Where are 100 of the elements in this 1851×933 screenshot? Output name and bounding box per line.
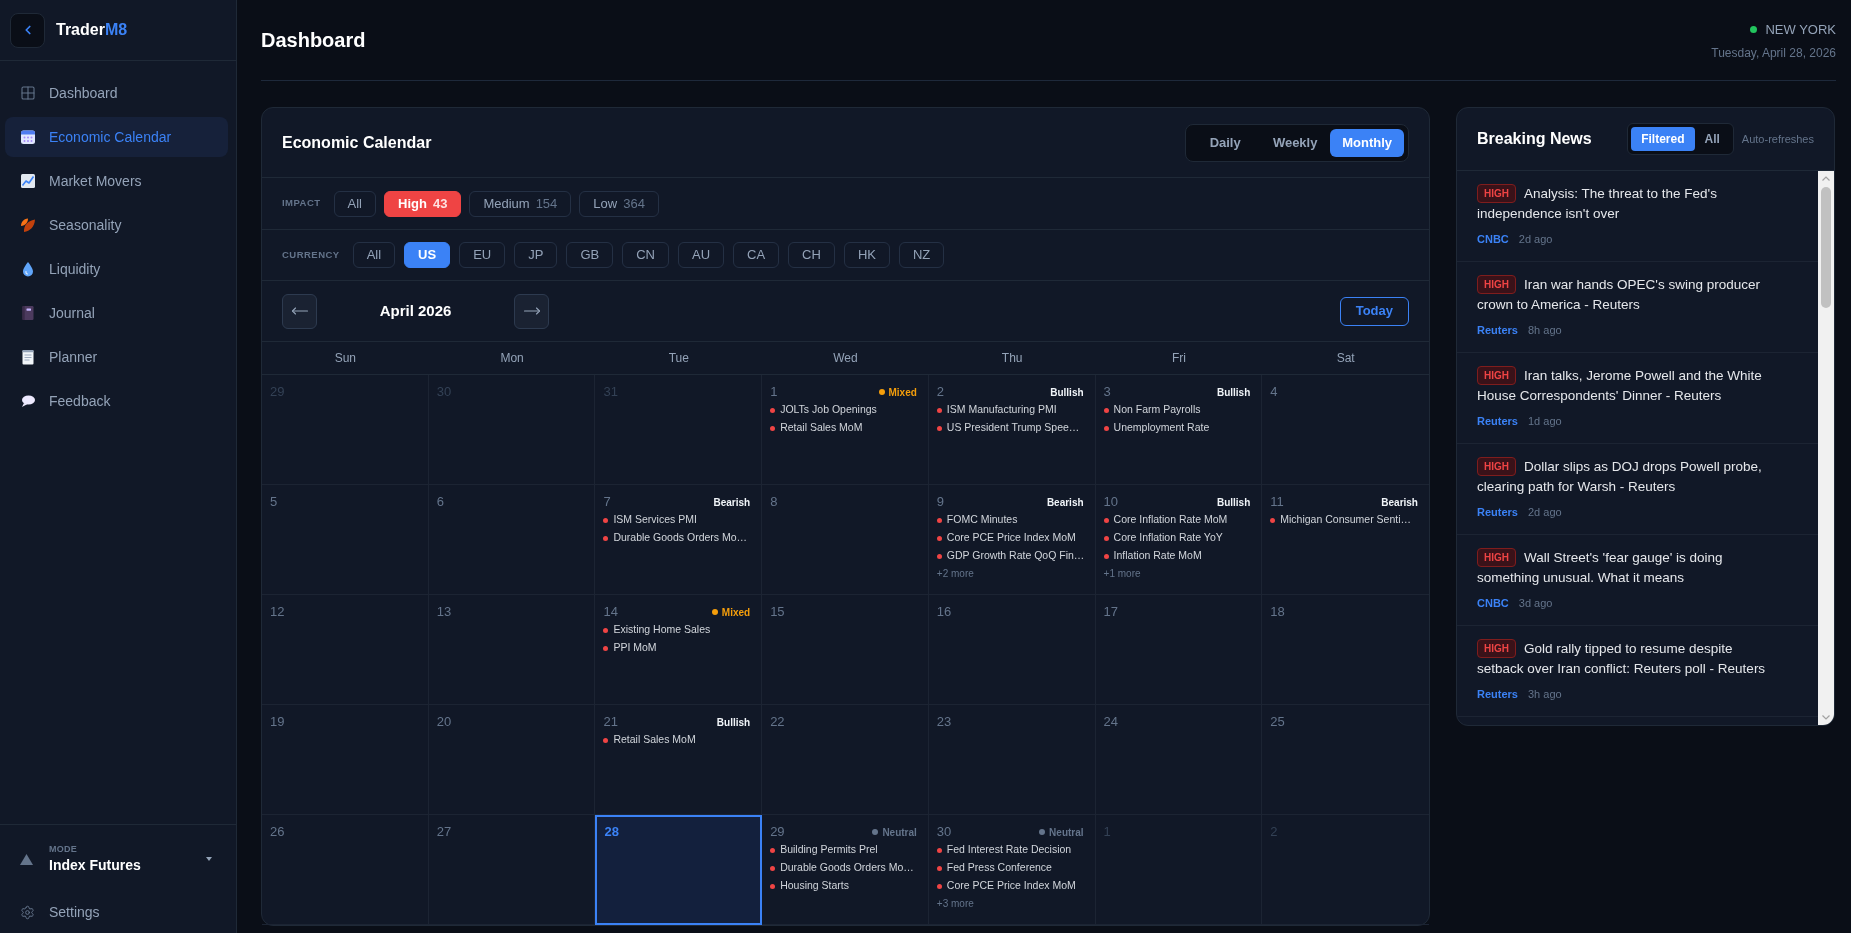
more-events-link[interactable]: +2 more [936, 565, 974, 583]
view-tab[interactable]: Monthly [1330, 128, 1404, 157]
view-tab[interactable]: Daily [1190, 128, 1261, 157]
currency-filter-chip[interactable]: JP [514, 242, 558, 268]
day-cell[interactable]: 7 Bearish ISM Services PMI Durable Goods Orders Mo… [595, 485, 763, 595]
day-number: 23 [936, 715, 952, 729]
day-cell[interactable]: 14 Mixed Existing Home Sales PPI MoM [595, 595, 763, 705]
nav-item[interactable]: Liquidity [5, 249, 228, 289]
impact-filter-chip[interactable]: High 43 [384, 190, 462, 217]
scrollbar[interactable] [1818, 171, 1834, 725]
auto-refresh-note: Auto-refreshes [1741, 131, 1814, 147]
day-cell[interactable]: 22 [762, 705, 929, 815]
news-filter-tab[interactable]: Filtered [1631, 127, 1695, 151]
nav-item[interactable]: Market Movers [5, 161, 228, 201]
news-headline[interactable]: HIGH Iran war hands OPEC's swing producer crown to America - Reuters [1477, 275, 1773, 315]
today-button[interactable]: Today [1339, 296, 1409, 326]
currency-filter-chip[interactable]: CA [733, 242, 780, 268]
day-cell[interactable]: 4 [1262, 375, 1429, 485]
news-filter-tab[interactable]: All [1694, 127, 1730, 151]
news-headline[interactable]: HIGH Wall Street's 'fear gauge' is doing something unusual. What it means [1477, 548, 1773, 588]
back-button[interactable] [10, 12, 45, 48]
more-events-link[interactable]: +3 more [936, 895, 974, 913]
day-cell[interactable]: 3 Bullish Non Farm Payrolls Unemployment Rate [1095, 375, 1263, 485]
settings-link[interactable]: Settings [0, 900, 100, 924]
event-title: Inflation Rate MoM [1113, 548, 1202, 564]
day-cell[interactable]: 30 Neutral Fed Interest Rate Decision Fed Press Conference Core PCE Price Index MoM +3 more [928, 815, 1096, 925]
currency-filter-chip[interactable]: GB [566, 242, 614, 268]
day-cell[interactable]: 1 Mixed JOLTs Job Openings Retail Sales MoM [762, 375, 929, 485]
news-headline[interactable]: HIGH Analysis: The threat to the Fed's independence isn't over [1477, 184, 1773, 224]
news-source[interactable]: CNBC [1477, 594, 1509, 612]
nav-item[interactable]: Economic Calendar [5, 117, 228, 157]
day-cell[interactable]: 6 [428, 485, 596, 595]
sentiment-label: Bullish [1050, 385, 1084, 400]
currency-filter-chip[interactable]: AU [677, 242, 725, 268]
page-title: Dashboard [261, 28, 366, 53]
day-cell[interactable]: 16 [928, 595, 1096, 705]
news-source[interactable]: Reuters [1477, 321, 1518, 339]
weekday-label: Wed [833, 350, 858, 367]
currency-filter-chip[interactable]: HK [843, 242, 890, 268]
day-cell[interactable]: 29 Neutral Building Permits Prel Durable Goods Orders Mo… Housing Starts [762, 815, 929, 925]
nav-item[interactable]: Journal [5, 293, 228, 333]
mode-dropdown[interactable]: MODE Index Futures [0, 839, 236, 879]
nav-item[interactable]: Seasonality [5, 205, 228, 245]
news-headline[interactable]: HIGH Gold rally tipped to resume despite setback over Iran conflict: Reuters poll - Reuters [1477, 639, 1773, 679]
news-headline[interactable]: HIGH Dollar slips as DOJ drops Powell probe, clearing path for Warsh - Reuters [1477, 457, 1773, 497]
day-cell[interactable]: 24 [1095, 705, 1263, 815]
triangle-icon [20, 853, 33, 865]
day-cell[interactable]: 9 Bearish FOMC Minutes Core PCE Price Index MoM GDP Growth Rate QoQ Fin… +2 more [928, 485, 1096, 595]
scrollbar-thumb[interactable] [1821, 187, 1831, 308]
currency-filter-chip[interactable]: US [404, 242, 451, 268]
news-source[interactable]: Reuters [1477, 412, 1518, 430]
day-cell[interactable]: 18 [1262, 595, 1429, 705]
day-number: 8 [770, 495, 778, 509]
day-cell[interactable]: 5 [262, 485, 429, 595]
news-headline[interactable]: HIGH Iran talks, Jerome Powell and the White House Correspondents' Dinner - Reuters [1477, 366, 1773, 406]
nav-item[interactable]: Dashboard [5, 73, 228, 113]
day-cell[interactable]: 10 Bullish Core Inflation Rate MoM Core Inflation Rate YoY Inflation Rate MoM +1 more [1095, 485, 1263, 595]
date-label: Tuesday, April 28, 2026 [1711, 45, 1836, 63]
leaves-icon [20, 217, 36, 233]
currency-filter-chip[interactable]: EU [459, 242, 506, 268]
day-number: 2 [936, 385, 945, 399]
nav-item[interactable]: Planner [5, 337, 228, 377]
day-cell[interactable]: 11 Bearish Michigan Consumer Senti… [1262, 485, 1429, 595]
impact-badge: HIGH [1477, 366, 1516, 385]
event-title: Durable Goods Orders Mo… [613, 530, 748, 546]
scroll-down-icon[interactable] [1822, 715, 1830, 720]
day-cell[interactable]: 28 [595, 815, 763, 925]
currency-filter-chip[interactable]: CN [622, 242, 669, 268]
day-cell[interactable]: 20 [428, 705, 596, 815]
day-number: 7 [603, 495, 611, 509]
view-tab[interactable]: Weekly [1260, 128, 1331, 157]
day-cell[interactable]: 26 [262, 815, 429, 925]
next-month-button[interactable] [514, 293, 549, 329]
event-title: US President Trump Spee… [946, 420, 1080, 436]
day-cell[interactable]: 8 [762, 485, 929, 595]
more-events-link[interactable]: +1 more [1103, 565, 1141, 583]
caret-down-icon [206, 857, 212, 861]
news-source[interactable]: CNBC [1477, 230, 1509, 248]
day-number: 22 [770, 715, 785, 729]
scroll-up-icon[interactable] [1822, 176, 1830, 181]
day-cell[interactable]: 15 [762, 595, 929, 705]
day-cell[interactable]: 12 [262, 595, 429, 705]
currency-filter-chip[interactable]: All [352, 242, 396, 268]
day-cell[interactable]: 17 [1095, 595, 1263, 705]
impact-filter-chip[interactable]: All [333, 190, 376, 217]
news-source[interactable]: Reuters [1477, 503, 1518, 521]
day-cell[interactable]: 25 [1262, 705, 1429, 815]
impact-filter-chip[interactable]: Low 364 [579, 190, 659, 217]
day-cell[interactable]: 2 Bullish ISM Manufacturing PMI US President Trump Spee… [928, 375, 1096, 485]
currency-filter-chip[interactable]: CH [788, 242, 835, 268]
nav-item[interactable]: Feedback [5, 381, 228, 421]
impact-filter-chip[interactable]: Medium 154 [469, 190, 572, 217]
news-source[interactable]: Reuters [1477, 685, 1518, 703]
day-cell[interactable]: 23 [928, 705, 1096, 815]
news-time: 8h ago [1527, 322, 1562, 338]
currency-filter-chip[interactable]: NZ [898, 242, 945, 268]
day-number: 25 [1270, 715, 1285, 729]
day-cell[interactable]: 13 [428, 595, 596, 705]
previous-month-button[interactable] [282, 293, 317, 329]
day-cell[interactable]: 19 [262, 705, 429, 815]
